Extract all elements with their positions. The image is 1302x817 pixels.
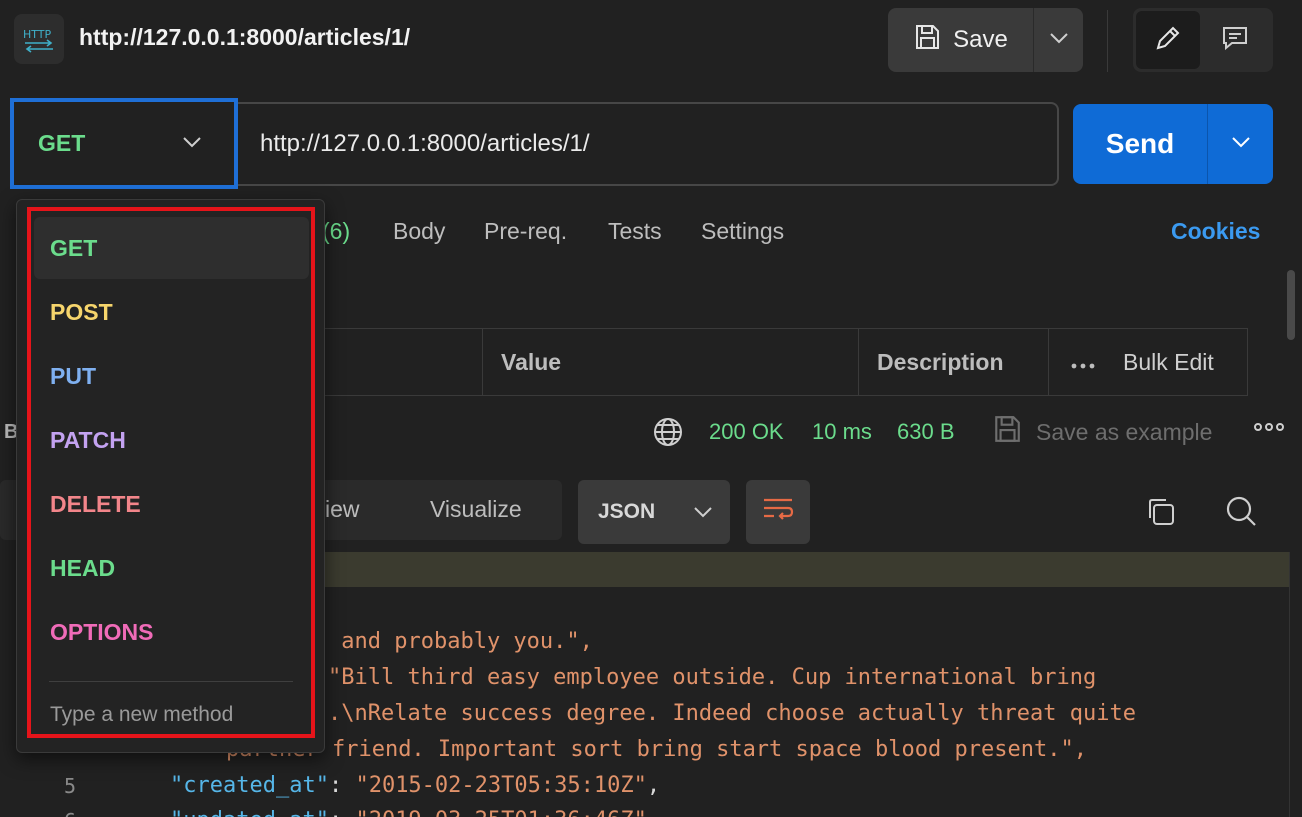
annotation-highlight-box	[27, 207, 315, 738]
http-request-icon: HTTP	[14, 14, 64, 64]
tab-preview[interactable]: iew	[325, 496, 360, 523]
search-icon[interactable]	[1224, 494, 1258, 533]
line-number: 5	[63, 774, 76, 798]
toolbar-divider	[1107, 10, 1108, 72]
globe-icon[interactable]	[653, 417, 683, 452]
comment-icon	[1221, 24, 1249, 57]
status-code[interactable]: 200 OK	[709, 419, 784, 445]
tab-body[interactable]: Body	[393, 218, 445, 245]
cookies-link[interactable]: Cookies	[1171, 218, 1260, 245]
params-table-header: Value Description Bulk Edit	[314, 328, 1248, 396]
bulk-edit-button[interactable]: Bulk Edit	[1048, 329, 1248, 395]
code-line: .\nRelate success degree. Indeed choose …	[328, 701, 1136, 726]
send-options-button[interactable]	[1208, 104, 1273, 184]
tab-prereq[interactable]: Pre-req.	[484, 218, 567, 245]
save-button[interactable]: Save	[888, 8, 1034, 72]
response-time[interactable]: 10 ms	[812, 419, 872, 445]
save-as-example-button[interactable]: Save as example	[992, 414, 1212, 450]
method-select[interactable]: GET	[10, 98, 238, 189]
method-select-value: GET	[38, 130, 86, 156]
code-scroll-divider	[1289, 552, 1290, 817]
chevron-down-icon	[1049, 31, 1069, 49]
description-column-header: Description	[858, 329, 1048, 395]
code-line: "Bill third easy employee outside. Cup i…	[328, 665, 1097, 690]
send-button-group: Send	[1073, 104, 1273, 184]
scrollbar[interactable]	[1287, 270, 1295, 340]
response-size[interactable]: 630 B	[897, 419, 955, 445]
code-line: "updated_at": "2019-03-25T01:36:46Z"	[170, 808, 647, 817]
save-label: Save	[953, 26, 1008, 53]
more-options-icon[interactable]	[1254, 420, 1284, 438]
save-icon	[992, 414, 1022, 450]
comments-button[interactable]	[1200, 11, 1270, 69]
chevron-down-icon	[182, 135, 202, 153]
save-options-button[interactable]	[1034, 8, 1083, 72]
value-column-header: Value	[482, 329, 858, 395]
save-icon	[913, 23, 941, 58]
tab-settings[interactable]: Settings	[701, 218, 784, 245]
code-line: "created_at": "2015-02-23T05:35:10Z",	[170, 773, 661, 798]
format-select[interactable]: JSON	[578, 480, 730, 544]
url-input[interactable]: http://127.0.0.1:8000/articles/1/	[234, 102, 1059, 186]
tab-params-count[interactable]: (6)	[322, 218, 350, 245]
code-line: partner friend. Important sort bring sta…	[226, 737, 1087, 762]
more-horizontal-icon	[1071, 349, 1095, 376]
tab-visualize[interactable]: Visualize	[430, 496, 522, 523]
view-mode-toggle	[1133, 8, 1273, 72]
pencil-icon	[1154, 24, 1182, 57]
code-line: and probably you.",	[328, 629, 593, 654]
wrap-text-icon	[762, 497, 794, 528]
chevron-down-icon	[1231, 135, 1251, 153]
svg-text:HTTP: HTTP	[23, 28, 52, 41]
edit-button[interactable]	[1136, 11, 1200, 69]
copy-icon[interactable]	[1145, 496, 1177, 533]
request-title[interactable]: http://127.0.0.1:8000/articles/1/	[79, 24, 410, 51]
chevron-down-icon	[693, 500, 713, 524]
save-button-group: Save	[888, 8, 1083, 72]
send-button[interactable]: Send	[1073, 104, 1208, 184]
tab-tests[interactable]: Tests	[608, 218, 662, 245]
line-number: 6	[40, 809, 76, 817]
wrap-lines-button[interactable]	[746, 480, 810, 544]
